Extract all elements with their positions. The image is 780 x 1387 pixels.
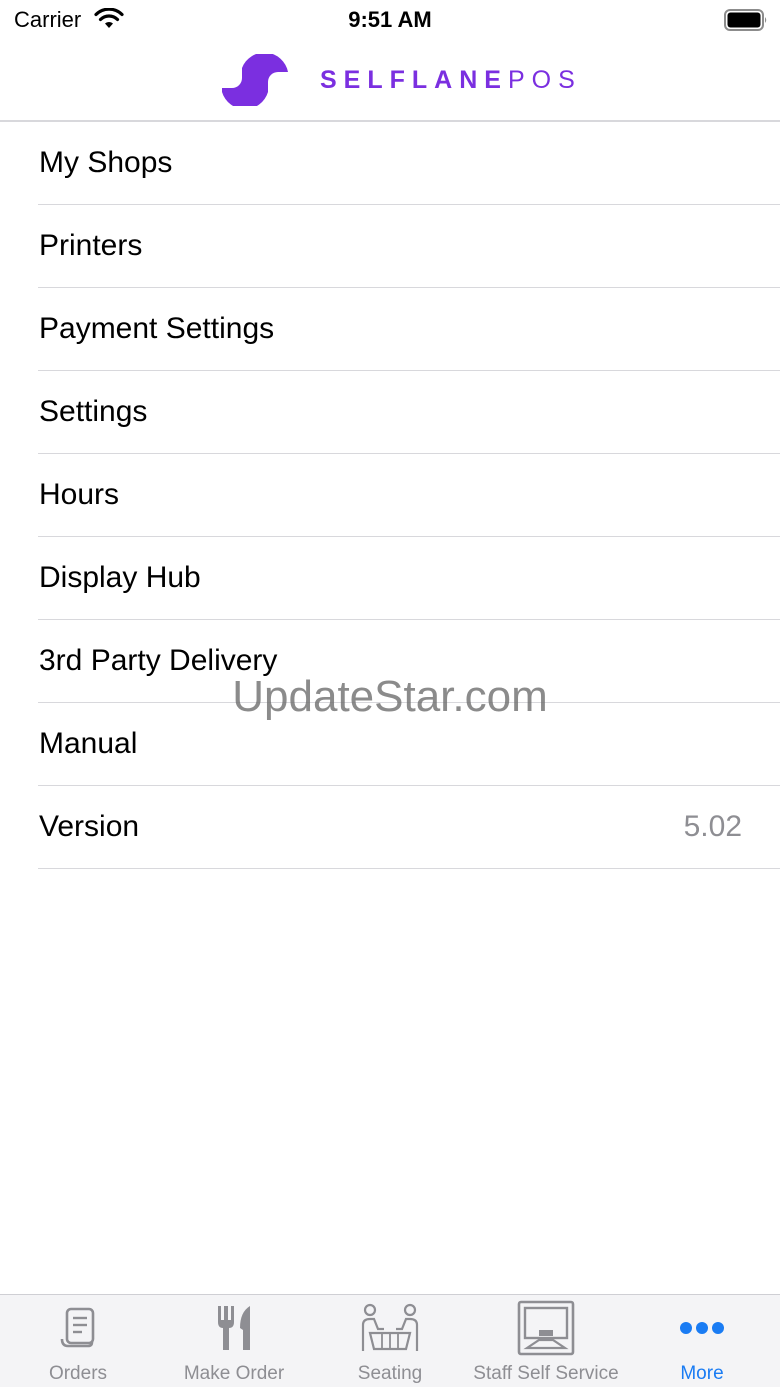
menu-item-settings[interactable]: Settings	[38, 371, 780, 454]
clock: 9:51 AM	[348, 7, 432, 32]
brand-name-bold: SELFLANE	[320, 66, 508, 94]
more-dots-icon	[680, 1322, 724, 1334]
status-bar: Carrier 9:51 AM	[0, 0, 780, 40]
tab-label: Orders	[48, 1363, 108, 1384]
selflane-logo-icon	[222, 54, 288, 106]
tab-seating[interactable]: Seating	[312, 1295, 468, 1387]
menu-item-label: Version	[39, 810, 140, 843]
receipt-icon	[60, 1307, 95, 1348]
menu-item-version[interactable]: Version 5.02	[38, 786, 780, 869]
more-menu-list: My Shops Printers Payment Settings Setti…	[0, 122, 780, 869]
menu-item-hours[interactable]: Hours	[38, 454, 780, 537]
menu-item-printers[interactable]: Printers	[38, 205, 780, 288]
menu-item-label: 3rd Party Delivery	[39, 644, 278, 677]
dining-table-icon	[361, 1303, 419, 1351]
tab-orders[interactable]: Orders	[0, 1295, 156, 1387]
menu-item-label: Manual	[39, 727, 138, 760]
tab-make-order[interactable]: Make Order	[156, 1295, 312, 1387]
brand-name-light: POS	[507, 66, 582, 94]
tab-bar: Orders Make Order Seating Staff Self Ser…	[0, 1294, 780, 1387]
tab-label: Seating	[357, 1363, 423, 1384]
app-header: SELFLANEPOS	[0, 40, 780, 122]
tab-label: More	[680, 1363, 724, 1384]
menu-item-label: Payment Settings	[39, 312, 275, 345]
menu-item-label: Display Hub	[39, 561, 201, 594]
battery-icon	[724, 9, 767, 31]
menu-item-my-shops[interactable]: My Shops	[38, 122, 780, 205]
menu-item-manual[interactable]: Manual	[38, 703, 780, 786]
tab-label: Staff Self Service	[473, 1363, 619, 1384]
menu-item-payment-settings[interactable]: Payment Settings	[38, 288, 780, 371]
version-value: 5.02	[683, 810, 742, 843]
fork-knife-icon	[218, 1306, 250, 1350]
kiosk-icon	[517, 1300, 575, 1356]
menu-item-3rd-party-delivery[interactable]: 3rd Party Delivery	[38, 620, 780, 703]
menu-item-label: My Shops	[39, 146, 173, 179]
tab-label: Make Order	[183, 1363, 285, 1384]
menu-item-label: Hours	[39, 478, 120, 511]
menu-item-label: Printers	[39, 229, 143, 262]
tab-staff-self-service[interactable]: Staff Self Service	[468, 1295, 624, 1387]
brand-name: SELFLANEPOS	[320, 66, 582, 95]
menu-item-display-hub[interactable]: Display Hub	[38, 537, 780, 620]
menu-item-label: Settings	[39, 395, 148, 428]
tab-more[interactable]: More	[624, 1295, 780, 1387]
